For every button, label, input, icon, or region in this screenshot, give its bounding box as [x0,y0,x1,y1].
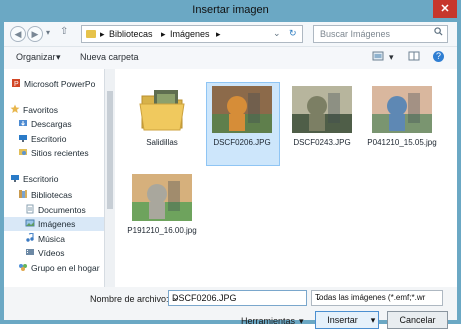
sidebar-item[interactable]: P Microsoft PowerPo [4,77,112,91]
file-name: DSCF0243.JPG [293,138,351,147]
dialog-client-area: ◀ ▶ ▾ ⇧ ▸ Bibliotecas ▸ Imágenes ▸ ⌄ ↻ B… [4,22,457,329]
sidebar-item-label: Bibliotecas [31,190,73,200]
videos-icon [25,247,35,257]
recent-locations-icon[interactable]: ▾ [46,28,50,37]
sidebar-item[interactable]: Descargas [4,117,112,131]
navigation-bar: ◀ ▶ ▾ ⇧ ▸ Bibliotecas ▸ Imágenes ▸ ⌄ ↻ B… [4,22,457,46]
crumb-separator: ▸ [161,29,166,39]
preview-pane-icon[interactable] [408,51,420,61]
dialog-frame: Insertar imagen ✕ ◀ ▶ ▾ ⇧ ▸ Bibliotecas … [0,0,461,329]
sidebar-item-label: Vídeos [38,248,65,258]
file-name: Salidillas [146,138,178,147]
sidebar-item[interactable]: Sitios recientes [4,146,112,160]
sidebar-item-label: Documentos [38,205,86,215]
sidebar-item[interactable]: Vídeos [4,246,112,260]
window-title: Insertar imagen [192,4,269,16]
up-button-icon[interactable]: ⇧ [60,26,68,37]
file-name: P191210_16.00.jpg [127,226,197,235]
title-bar: Insertar imagen ✕ [0,0,461,22]
desktop-icon [10,173,20,183]
file-type-dropdown-icon[interactable]: ⌄ [315,293,439,302]
close-button[interactable]: ✕ [433,0,457,18]
crumb-separator: ▸ [100,29,105,39]
libraries-icon [18,189,28,199]
file-name: P041210_15.05.jpg [367,138,437,147]
pictures-icon [25,218,35,228]
address-bar[interactable]: ▸ Bibliotecas ▸ Imágenes ▸ ⌄ ↻ [81,25,303,43]
chevron-down-icon[interactable]: ⌄ [273,28,281,39]
forward-button[interactable]: ▶ [27,26,43,42]
view-chevron-icon[interactable]: ▾ [389,52,394,63]
help-icon[interactable]: ? [433,51,444,62]
downloads-icon [18,118,28,128]
image-thumbnail [132,174,192,221]
file-type-filter[interactable]: Todas las imágenes (*.emf;*.wr ⌄ [311,290,443,306]
tools-chevron-icon[interactable]: ▾ [299,316,304,327]
file-list: Salidillas DSCF0206.JPG DSCF0243.JPG P04121… [115,69,457,287]
sidebar-item[interactable]: Escritorio [4,172,112,186]
sidebar-item-label: Imágenes [38,219,76,229]
insert-button[interactable]: Insertar [315,311,370,329]
search-box[interactable]: Buscar Imágenes [313,25,448,43]
view-icon[interactable] [372,51,384,61]
refresh-icon[interactable]: ↻ [289,28,297,39]
folder-icon [132,86,192,133]
new-folder-button[interactable]: Nueva carpeta [80,52,139,62]
sidebar-item[interactable]: Bibliotecas [4,188,112,202]
organize-chevron-icon[interactable]: ▾ [56,52,61,63]
sidebar-item[interactable]: Documentos [4,203,112,217]
crumb-separator: ▸ [216,29,221,39]
file-name-label: Nombre de archivo: [90,294,169,304]
sidebar-item[interactable]: Favoritos [4,103,112,117]
image-thumbnail [212,86,272,133]
sidebar-item-label: Favoritos [23,105,58,115]
sidebar-item-label: Sitios recientes [31,148,89,158]
organize-menu[interactable]: Organizar [16,52,56,62]
insert-options-icon[interactable]: ▾ [368,311,379,329]
file-name-dropdown-icon[interactable]: ⌄ [172,293,303,302]
documents-icon [25,204,35,214]
sidebar-item-label: Microsoft PowerPo [24,79,96,89]
star-icon [10,104,20,114]
tools-menu[interactable]: Herramientas [241,316,295,326]
file-name-input[interactable]: DSCF0206.JPG ⌄ [168,290,307,306]
desktop-icon [18,133,28,143]
sidebar-item-label: Descargas [31,119,72,129]
file-picker-footer: Nombre de archivo: DSCF0206.JPG ⌄ Todas … [4,287,457,329]
sidebar-item[interactable]: Imágenes [4,217,112,231]
sidebar-item-label: Escritorio [31,134,67,144]
folder-icon [86,30,96,38]
navigation-pane: P Microsoft PowerPo Favoritos Descargas Escr… [4,69,115,287]
sidebar-item-label: Música [38,234,65,244]
search-icon [434,27,443,36]
file-name: DSCF0206.JPG [213,138,271,147]
powerpoint-icon: P [11,78,21,88]
scrollbar-thumb[interactable] [107,91,113,209]
search-input[interactable]: Buscar Imágenes [320,29,390,39]
svg-text:P: P [14,81,19,88]
breadcrumb-imagenes[interactable]: Imágenes [170,29,210,39]
command-toolbar: Organizar ▾ Nueva carpeta ▾ ? [4,46,457,70]
image-thumbnail [292,86,352,133]
sidebar-item[interactable]: Música [4,232,112,246]
sidebar-item-label: Grupo en el hogar [31,263,100,273]
sidebar-item[interactable]: Escritorio [4,132,112,146]
homegroup-icon [18,262,28,272]
image-thumbnail [372,86,432,133]
back-button[interactable]: ◀ [10,26,26,42]
breadcrumb-bibliotecas[interactable]: Bibliotecas [109,29,153,39]
recent-places-icon [18,147,28,157]
music-icon [25,232,35,243]
sidebar-item-label: Escritorio [23,174,59,184]
cancel-button[interactable]: Cancelar [387,311,448,329]
sidebar-item[interactable]: Grupo en el hogar [4,261,112,275]
